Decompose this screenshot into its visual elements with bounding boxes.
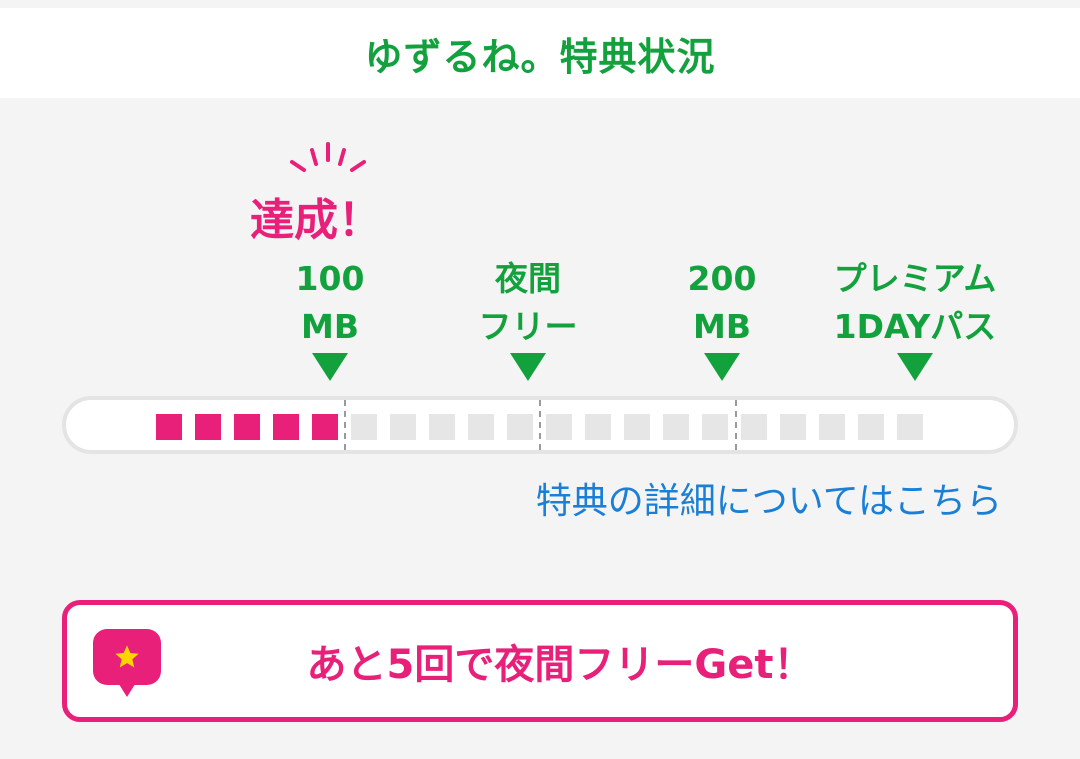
progress-segment-filled bbox=[234, 414, 260, 440]
progress-segment-empty bbox=[507, 414, 533, 440]
arrow-down-icon bbox=[312, 353, 348, 381]
progress-segment-empty bbox=[702, 414, 728, 440]
progress-segment-empty bbox=[780, 414, 806, 440]
arrow-down-icon bbox=[510, 353, 546, 381]
progress-segment-empty bbox=[429, 414, 455, 440]
achievement-marker: 達成！ bbox=[230, 140, 420, 250]
milestone-label-line2: フリー bbox=[478, 307, 578, 346]
next-reward-label: あと5回で夜間フリーGet！ bbox=[306, 642, 814, 688]
progress-segment-empty bbox=[585, 414, 611, 440]
progress-segment-filled bbox=[312, 414, 338, 440]
progress-segment-empty bbox=[663, 414, 689, 440]
arrow-down-icon bbox=[897, 353, 933, 381]
progress-segment-filled bbox=[195, 414, 221, 440]
milestone-divider bbox=[344, 400, 346, 450]
progress-segment-empty bbox=[468, 414, 494, 440]
arrow-down-icon bbox=[704, 353, 740, 381]
progress-segment-empty bbox=[819, 414, 845, 440]
milestone-night-free: 夜間 フリー bbox=[428, 255, 628, 381]
milestone-premium-1day-pass: プレミアム 1DAYパス bbox=[815, 255, 1015, 381]
progress-segment-empty bbox=[624, 414, 650, 440]
milestone-label-line1: 100 bbox=[295, 259, 365, 298]
milestone-label-line1: 夜間 bbox=[495, 259, 561, 298]
progress-segment-empty bbox=[741, 414, 767, 440]
progress-segment-empty bbox=[546, 414, 572, 440]
milestone-100mb: 100 MB bbox=[230, 255, 430, 381]
progress-segment-empty bbox=[858, 414, 884, 440]
page-title: ゆずるね。特典状況 bbox=[364, 34, 716, 79]
achievement-label: 達成！ bbox=[250, 195, 382, 246]
progress-segment-filled bbox=[273, 414, 299, 440]
next-reward-button[interactable]: あと5回で夜間フリーGet！ bbox=[62, 600, 1018, 722]
status-spacer bbox=[0, 0, 1080, 8]
milestone-label-line1: 200 bbox=[687, 259, 757, 298]
benefit-details-link[interactable]: 特典の詳細についてはこちら bbox=[536, 472, 1002, 524]
milestone-200mb: 200 MB bbox=[622, 255, 822, 381]
page-header: ゆずるね。特典状況 bbox=[0, 8, 1080, 98]
milestone-label-line2: MB bbox=[693, 307, 751, 346]
milestone-label-line1: プレミアム bbox=[833, 259, 997, 298]
milestone-label-line2: MB bbox=[301, 307, 359, 346]
milestone-label-line2: 1DAYパス bbox=[833, 307, 997, 346]
progress-segment-empty bbox=[897, 414, 923, 440]
progress-segment-empty bbox=[390, 414, 416, 440]
progress-segment-empty bbox=[351, 414, 377, 440]
progress-segment-filled bbox=[156, 414, 182, 440]
milestone-divider bbox=[735, 400, 737, 450]
milestone-divider bbox=[539, 400, 541, 450]
sparkle-icon bbox=[290, 142, 366, 172]
